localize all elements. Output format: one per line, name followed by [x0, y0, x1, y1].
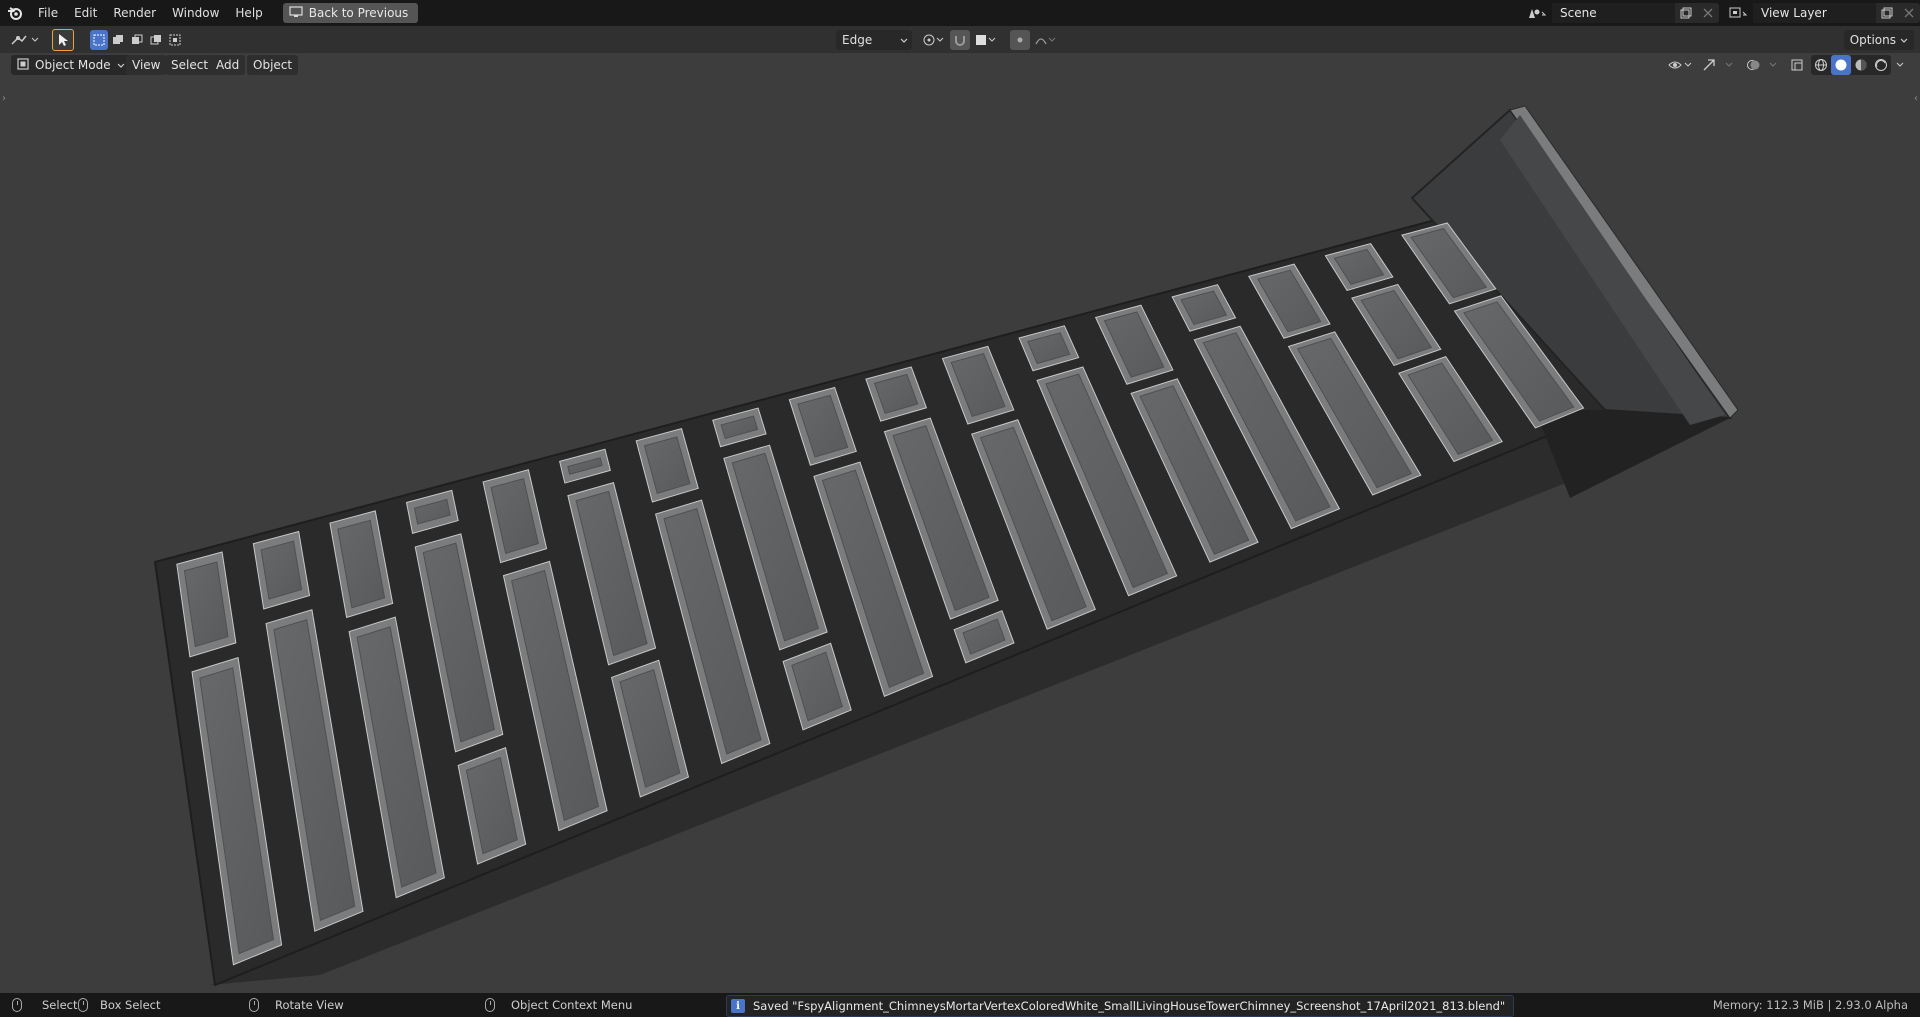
mouse-left-icon: [12, 998, 22, 1012]
pivot-point-select[interactable]: Edge: [836, 30, 912, 50]
back-to-previous-label: Back to Previous: [308, 6, 409, 20]
menu-edit[interactable]: Edit: [66, 0, 105, 26]
select-invert-icon[interactable]: [147, 30, 165, 50]
status-context-menu: Object Context Menu: [511, 998, 633, 1012]
object-mode-label: Object Mode: [35, 58, 111, 72]
info-icon: i: [731, 999, 745, 1013]
memory-version-info: Memory: 112.3 MiB | 2.93.0 Alpha: [1712, 998, 1908, 1012]
visibility-dropdown-icon[interactable]: [1665, 55, 1695, 75]
options-dropdown[interactable]: Options: [1843, 30, 1914, 50]
select-intersect-icon[interactable]: [166, 30, 184, 50]
selection-mode-group: [90, 30, 184, 50]
toolbar-expand-icon[interactable]: ›: [2, 93, 6, 104]
view-menu[interactable]: View: [126, 55, 167, 75]
view-layer-browse-icon[interactable]: [1727, 3, 1749, 23]
material-shading-icon[interactable]: [1851, 55, 1871, 75]
chevron-down-icon: [900, 33, 908, 47]
add-menu[interactable]: Add: [210, 55, 246, 75]
overlay-dropdown-icon[interactable]: [1767, 55, 1779, 75]
select-new-icon[interactable]: [90, 30, 108, 50]
menu-help[interactable]: Help: [227, 0, 270, 26]
rendered-shading-icon[interactable]: [1871, 55, 1891, 75]
menu-window[interactable]: Window: [164, 0, 227, 26]
options-label: Options: [1849, 33, 1896, 47]
view-layer-name-field[interactable]: View Layer: [1753, 3, 1876, 23]
object-mode-icon: [17, 57, 29, 73]
proportional-editing-icon[interactable]: [1010, 30, 1030, 50]
object-menu[interactable]: Object: [247, 55, 299, 75]
chevron-down-icon: [117, 58, 125, 72]
transform-orientation-icon[interactable]: [920, 30, 948, 50]
overlay-toggle-icon[interactable]: [1741, 55, 1765, 75]
mouse-middle-icon: [249, 998, 259, 1012]
shading-mode-group: [1811, 55, 1891, 75]
status-rotate-view: Rotate View: [275, 998, 344, 1012]
scene-name-field[interactable]: Scene: [1552, 3, 1675, 23]
3d-viewport[interactable]: › ‹: [0, 75, 1920, 993]
back-to-previous-button[interactable]: Back to Previous: [282, 3, 419, 23]
falloff-curve-icon[interactable]: [1032, 30, 1060, 50]
scene-selector[interactable]: Scene: [1552, 3, 1719, 23]
menu-file[interactable]: File: [30, 0, 66, 26]
status-select: Select: [42, 998, 78, 1012]
select-subtract-icon[interactable]: [128, 30, 146, 50]
status-box-select: Box Select: [100, 998, 161, 1012]
chimney-cap-underside: [1535, 410, 1730, 498]
object-mode-select[interactable]: Object Mode: [11, 55, 131, 75]
wireframe-shading-icon[interactable]: [1811, 55, 1831, 75]
close-scene-icon[interactable]: [1697, 3, 1719, 23]
screen-icon: [289, 5, 303, 21]
chimney-mesh-render[interactable]: [0, 75, 1920, 993]
select-menu[interactable]: Select: [165, 55, 215, 75]
chevron-down-icon: [1900, 33, 1908, 47]
gizmo-toggle-icon[interactable]: [1697, 55, 1721, 75]
solid-shading-icon[interactable]: [1831, 55, 1851, 75]
shading-dropdown-icon[interactable]: [1893, 55, 1907, 75]
mouse-right-icon: [485, 998, 495, 1012]
status-bar: Select Box Select Rotate View Object Con…: [0, 993, 1920, 1017]
blender-logo-icon[interactable]: [0, 0, 30, 26]
pivot-point-value: Edge: [842, 33, 873, 47]
xray-toggle-icon[interactable]: [1785, 55, 1809, 75]
new-scene-icon[interactable]: [1675, 3, 1697, 23]
menu-render[interactable]: Render: [105, 0, 164, 26]
save-report-text: Saved "FspyAlignment_ChimneysMortarVerte…: [753, 999, 1506, 1013]
gizmo-dropdown-icon[interactable]: [1723, 55, 1735, 75]
mouse-drag-icon: [78, 998, 88, 1012]
editor-type-icon: [11, 35, 39, 45]
new-view-layer-icon[interactable]: [1876, 3, 1898, 23]
select-tool-icon[interactable]: [52, 29, 74, 51]
save-report[interactable]: i Saved "FspyAlignment_ChimneysMortarVer…: [726, 995, 1515, 1017]
top-menu-bar: File Edit Render Window Help Back to Pre…: [0, 0, 1920, 26]
close-view-layer-icon[interactable]: [1898, 3, 1920, 23]
sidebar-expand-icon[interactable]: ‹: [1914, 93, 1918, 104]
editor-type-selector[interactable]: [10, 30, 40, 50]
snap-toggle-icon[interactable]: [950, 30, 970, 50]
view-layer-selector[interactable]: View Layer: [1753, 3, 1920, 23]
scene-browse-icon[interactable]: [1526, 3, 1548, 23]
select-extend-icon[interactable]: [109, 30, 127, 50]
snap-target-icon[interactable]: [972, 30, 1000, 50]
